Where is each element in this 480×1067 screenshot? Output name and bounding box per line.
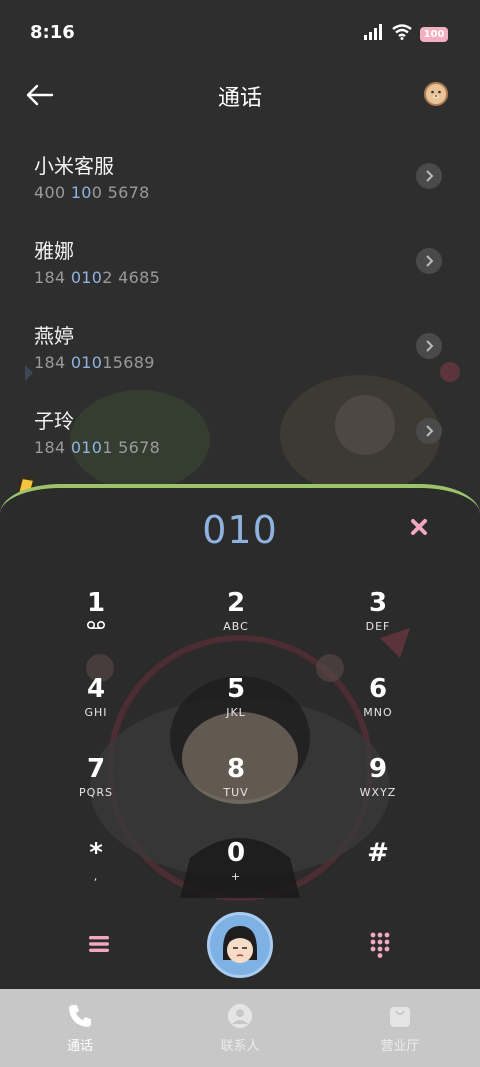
key-letters: WXYZ (359, 786, 397, 799)
key-digit: 6 (368, 674, 388, 704)
dialpad-icon (370, 932, 390, 958)
phone-icon (0, 1003, 160, 1029)
key-letters: TUV (223, 786, 249, 799)
chevron-right-icon (426, 170, 434, 182)
menu-button[interactable] (88, 934, 110, 954)
key-digit: # (367, 838, 389, 868)
avatar[interactable] (424, 82, 448, 106)
close-icon (411, 519, 427, 535)
status-bar: 8:16 100 (0, 0, 480, 66)
contact-number: 400 100 5678 (34, 183, 150, 202)
tab-label: 通话 (66, 1039, 93, 1054)
chevron-right-icon (426, 425, 434, 437)
contact-name: 小米客服 (34, 154, 114, 178)
person-icon (160, 1003, 320, 1029)
detail-button[interactable] (416, 418, 442, 444)
contact-number: 184 0101 5678 (34, 438, 161, 457)
page-title: 通话 (217, 86, 262, 111)
chevron-right-icon (426, 340, 434, 352)
key-9[interactable]: 9 WXYZ (318, 754, 438, 824)
tab-contacts[interactable]: 联系人 (160, 989, 320, 1067)
contact-list: 小米客服 400 100 5678 雅娜 184 0102 4685 燕婷 18… (0, 130, 480, 470)
detail-button[interactable] (416, 333, 442, 359)
key-hash[interactable]: # (318, 838, 438, 908)
dialer-toolbar (0, 908, 480, 978)
detail-button[interactable] (416, 248, 442, 274)
tab-label: 联系人 (220, 1039, 260, 1054)
contact-name: 子玲 (34, 409, 74, 433)
key-letters: , (93, 870, 99, 883)
key-letters: DEF (365, 620, 391, 633)
key-7[interactable]: 7 PQRS (36, 754, 156, 824)
key-0[interactable]: 0 + (176, 838, 296, 908)
tab-calls[interactable]: 通话 (0, 989, 160, 1067)
bear-face-icon (431, 90, 441, 99)
key-digit: 5 (226, 674, 246, 704)
key-letters: ABC (223, 620, 249, 633)
contact-name: 雅娜 (34, 239, 74, 263)
key-6[interactable]: 6 MNO (318, 674, 438, 744)
key-3[interactable]: 3 DEF (318, 588, 438, 658)
key-letters: + (230, 870, 242, 883)
list-item[interactable]: 子玲 184 0101 5678 (0, 385, 480, 470)
list-item[interactable]: 雅娜 184 0102 4685 (0, 215, 480, 300)
wifi-icon (392, 24, 412, 44)
dial-panel: 010 1 2 ABC 3 DEF 4 GHI 5 JKL 6 MNO 7 PQ… (0, 484, 480, 994)
key-digit: 0 (226, 838, 246, 868)
key-8[interactable]: 8 TUV (176, 754, 296, 824)
key-digit: 4 (86, 674, 106, 704)
chevron-right-icon (426, 255, 434, 267)
dial-input[interactable]: 010 (0, 508, 480, 552)
list-item[interactable]: 小米客服 400 100 5678 (0, 130, 480, 215)
key-star[interactable]: * , (36, 838, 156, 908)
header: 通话 (0, 70, 480, 120)
key-letters: PQRS (79, 786, 113, 799)
key-4[interactable]: 4 GHI (36, 674, 156, 744)
key-letters: MNO (363, 706, 393, 719)
key-1[interactable]: 1 (36, 588, 156, 658)
tab-store[interactable]: 营业厅 (320, 989, 480, 1067)
contact-number: 184 01015689 (34, 353, 155, 372)
signal-icon (364, 24, 384, 44)
tab-bar: 通话 联系人 营业厅 (0, 989, 480, 1067)
bag-icon (320, 1003, 480, 1029)
battery-icon: 100 (420, 26, 448, 42)
key-letters: GHI (84, 706, 108, 719)
key-digit: 9 (368, 754, 388, 784)
key-5[interactable]: 5 JKL (176, 674, 296, 744)
key-digit: 1 (86, 588, 106, 618)
contact-number: 184 0102 4685 (34, 268, 161, 287)
delete-button[interactable] (410, 518, 432, 540)
status-icons: 100 (364, 24, 448, 44)
voicemail-icon (36, 620, 156, 633)
character-avatar-icon (223, 926, 257, 963)
detail-button[interactable] (416, 163, 442, 189)
tab-label: 营业厅 (380, 1039, 420, 1054)
contact-name: 燕婷 (34, 324, 74, 348)
dialpad-toggle-button[interactable] (370, 932, 390, 958)
key-digit: 8 (226, 754, 246, 784)
key-digit: 2 (226, 588, 246, 618)
key-digit: 3 (368, 588, 388, 618)
key-digit: 7 (86, 754, 106, 784)
status-time: 8:16 (30, 22, 75, 43)
key-2[interactable]: 2 ABC (176, 588, 296, 658)
list-item[interactable]: 燕婷 184 01015689 (0, 300, 480, 385)
call-button[interactable] (207, 912, 273, 978)
key-letters: JKL (226, 706, 246, 719)
key-digit: * (89, 838, 103, 868)
menu-icon (89, 936, 109, 952)
